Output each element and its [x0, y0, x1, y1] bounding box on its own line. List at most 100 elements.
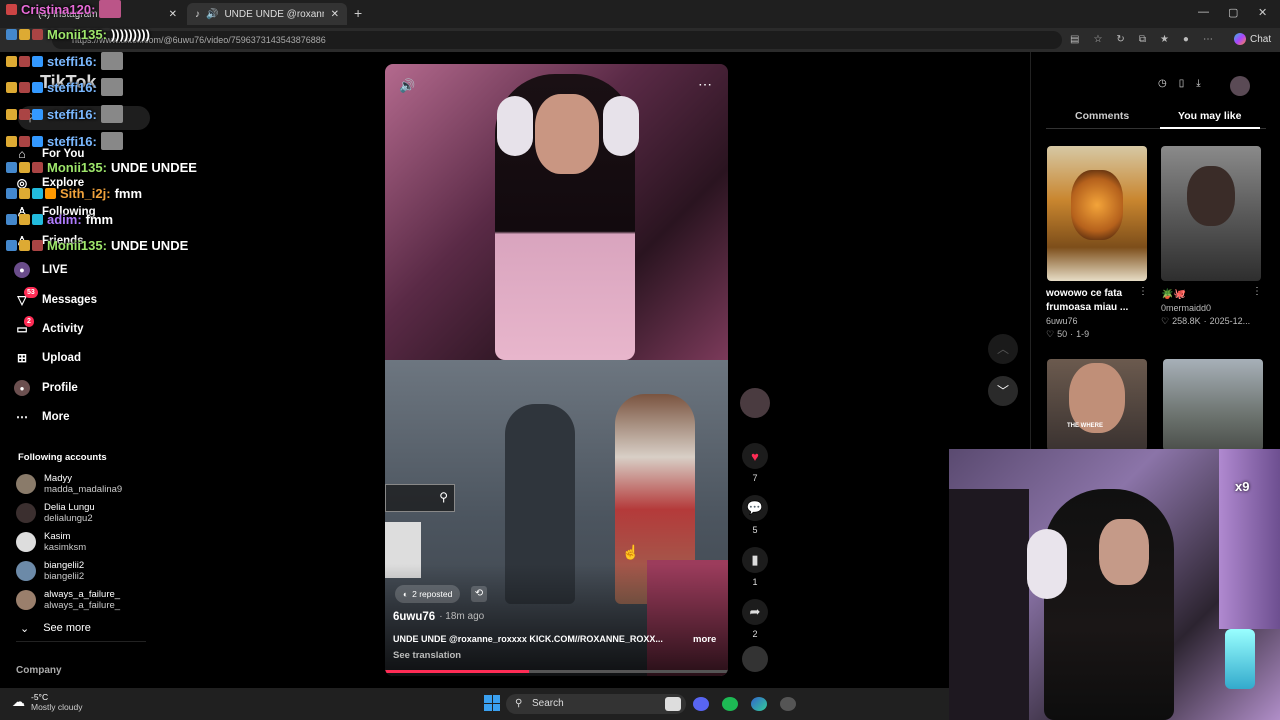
- see-translation-link[interactable]: See translation: [393, 650, 461, 661]
- recommendation-thumbnail[interactable]: [1161, 146, 1261, 281]
- weather-cloud-icon: ☁: [12, 694, 25, 709]
- account-item[interactable]: biangelii2 biangelii2: [16, 556, 84, 586]
- share-count: 2: [752, 629, 758, 639]
- video-player[interactable]: ⚲ 🔊 ⋯ ◐ 2 reposted ⟲ 6uwu76 · 18m ago UN…: [385, 64, 728, 676]
- account-item[interactable]: always_a_failure_ always_a_failure_: [16, 585, 120, 615]
- copilot-chat-button[interactable]: Chat: [1234, 33, 1271, 45]
- account-handle: kasimksm: [44, 542, 87, 553]
- post-time: · 18m ago: [439, 611, 485, 622]
- mouse-cursor-icon: ☝: [622, 544, 640, 560]
- recommendation-likes: 50: [1057, 329, 1068, 339]
- nav-more[interactable]: ⋯ More: [14, 405, 69, 429]
- nav-messages[interactable]: ▽ 53 Messages: [14, 287, 97, 312]
- chat-message: steffi16:: [6, 49, 123, 73]
- maximize-icon[interactable]: ▢: [1228, 6, 1238, 19]
- avatar: [16, 503, 36, 523]
- reader-icon[interactable]: ▤: [1070, 34, 1079, 45]
- sound-disc[interactable]: [740, 646, 770, 676]
- avatar: [16, 532, 36, 552]
- comment-count: 5: [752, 525, 758, 535]
- thumbnail-caption: THE WHERE: [1067, 423, 1103, 429]
- previous-video-button[interactable]: ︿: [988, 334, 1018, 364]
- copilot-icon: [1234, 33, 1246, 45]
- nav-label: Messages: [42, 294, 97, 306]
- share-button[interactable]: ➦ 2: [740, 599, 770, 639]
- see-more-button[interactable]: ⌄ See more: [20, 622, 91, 635]
- weather-widget[interactable]: ☁ -5°C Mostly cloudy: [12, 692, 83, 712]
- reposted-badge[interactable]: ◐ 2 reposted: [395, 585, 461, 603]
- chevron-down-icon: ﹀: [996, 384, 1009, 398]
- comment-button[interactable]: 💬 5: [740, 495, 770, 535]
- save-button[interactable]: ▮ 1: [740, 547, 770, 587]
- nav-live[interactable]: ● LIVE: [14, 258, 68, 282]
- bookmark-star-icon[interactable]: ☆: [1093, 34, 1102, 45]
- chat-user: Sith_i2j:: [60, 185, 111, 201]
- recommendation-thumbnail[interactable]: [1163, 359, 1263, 451]
- account-item[interactable]: Madyy madda_madalina9: [16, 469, 122, 499]
- divider: [16, 641, 146, 642]
- more-options-icon[interactable]: ⋯: [698, 76, 712, 93]
- next-video-button[interactable]: ﹀: [988, 376, 1018, 406]
- video-progress-bar[interactable]: [385, 670, 728, 673]
- edge-icon[interactable]: [751, 697, 767, 711]
- chat-text: UNDE UNDEE: [110, 159, 197, 175]
- repost-icon[interactable]: ⟲: [471, 586, 487, 602]
- like-button[interactable]: ♥ 7: [740, 443, 770, 483]
- close-icon[interactable]: ✕: [169, 9, 177, 20]
- nav-upload[interactable]: ⊞ Upload: [14, 346, 81, 370]
- settings-icon[interactable]: [780, 697, 796, 711]
- creator-avatar[interactable]: [740, 388, 770, 422]
- discord-icon[interactable]: [693, 697, 709, 711]
- see-more-label: See more: [43, 622, 91, 634]
- game-search-box: ⚲: [385, 484, 455, 512]
- device-icon[interactable]: ▯: [1179, 78, 1185, 89]
- download-icon[interactable]: ⤓: [1196, 78, 1200, 89]
- recommendation-item[interactable]: 🪴🐙 0mermaidd0 ♡ 258.8K · 2025-12...: [1161, 288, 1261, 328]
- file-explorer-icon[interactable]: [665, 697, 681, 711]
- tab-you-may-like[interactable]: You may like: [1178, 110, 1241, 122]
- chat-message: adim: fmm: [6, 207, 113, 231]
- volume-icon[interactable]: 🔊: [399, 78, 415, 94]
- speaker-icon[interactable]: 🔊: [206, 9, 218, 20]
- activity-badge: 2: [24, 316, 34, 327]
- recommendation-thumbnail[interactable]: THE WHERE: [1047, 359, 1147, 451]
- windows-start-icon[interactable]: [484, 695, 500, 711]
- new-tab-icon[interactable]: +: [354, 5, 362, 21]
- account-item[interactable]: Kasim kasimksm: [16, 527, 86, 557]
- weather-temp: -5°C: [31, 692, 49, 702]
- refresh-icon[interactable]: ↻: [1116, 34, 1124, 45]
- extensions-icon[interactable]: ⧉: [1139, 34, 1146, 45]
- emote-icon: [100, 52, 123, 70]
- account-item[interactable]: Delia Lungu delialungu2: [16, 498, 95, 528]
- tab-label: UNDE UNDE @roxanne_roxxx: [224, 8, 325, 20]
- user-avatar[interactable]: [1230, 76, 1250, 96]
- nav-activity[interactable]: ▭ 2 Activity: [14, 316, 84, 341]
- avatar: [16, 590, 36, 610]
- company-link[interactable]: Company: [16, 665, 62, 676]
- account-handle: delialungu2: [44, 513, 93, 524]
- recommendation-item[interactable]: wowowo ce fata frumoasa miau ... 6uwu76 …: [1046, 287, 1134, 341]
- favorites-icon[interactable]: ★: [1160, 34, 1169, 45]
- video-author[interactable]: 6uwu76 · 18m ago: [393, 611, 484, 623]
- menu-dots-icon[interactable]: ⋯: [1203, 34, 1213, 45]
- tab-comments[interactable]: Comments: [1075, 110, 1129, 122]
- minimize-icon[interactable]: —: [1198, 6, 1209, 18]
- tab-video[interactable]: ♪ 🔊 UNDE UNDE @roxanne_roxxx ✕: [187, 3, 347, 25]
- tiktok-favicon-icon: ♪: [195, 8, 200, 20]
- account-handle: madda_madalina9: [44, 484, 123, 495]
- active-tab-indicator: [1160, 127, 1260, 129]
- more-options-icon[interactable]: ⋮: [1138, 286, 1148, 297]
- avatar: [16, 561, 36, 581]
- recommendation-thumbnail[interactable]: [1047, 146, 1147, 281]
- spotify-icon[interactable]: [722, 697, 738, 711]
- nav-profile[interactable]: ● Profile: [14, 376, 78, 400]
- close-window-icon[interactable]: ✕: [1258, 6, 1267, 19]
- taskbar-search[interactable]: ⚲ Search: [506, 694, 686, 714]
- close-icon[interactable]: ✕: [331, 9, 339, 20]
- timer-icon[interactable]: ◷: [1158, 78, 1167, 89]
- weather-desc: Mostly cloudy: [31, 702, 83, 712]
- profile-avatar-icon[interactable]: ●: [1183, 34, 1189, 45]
- caption-more-button[interactable]: more: [693, 634, 716, 645]
- url-input[interactable]: https://www.tiktok.com/@6uwu76/video/759…: [52, 31, 1062, 49]
- chat-message: Sith_i2j: fmm: [6, 181, 142, 205]
